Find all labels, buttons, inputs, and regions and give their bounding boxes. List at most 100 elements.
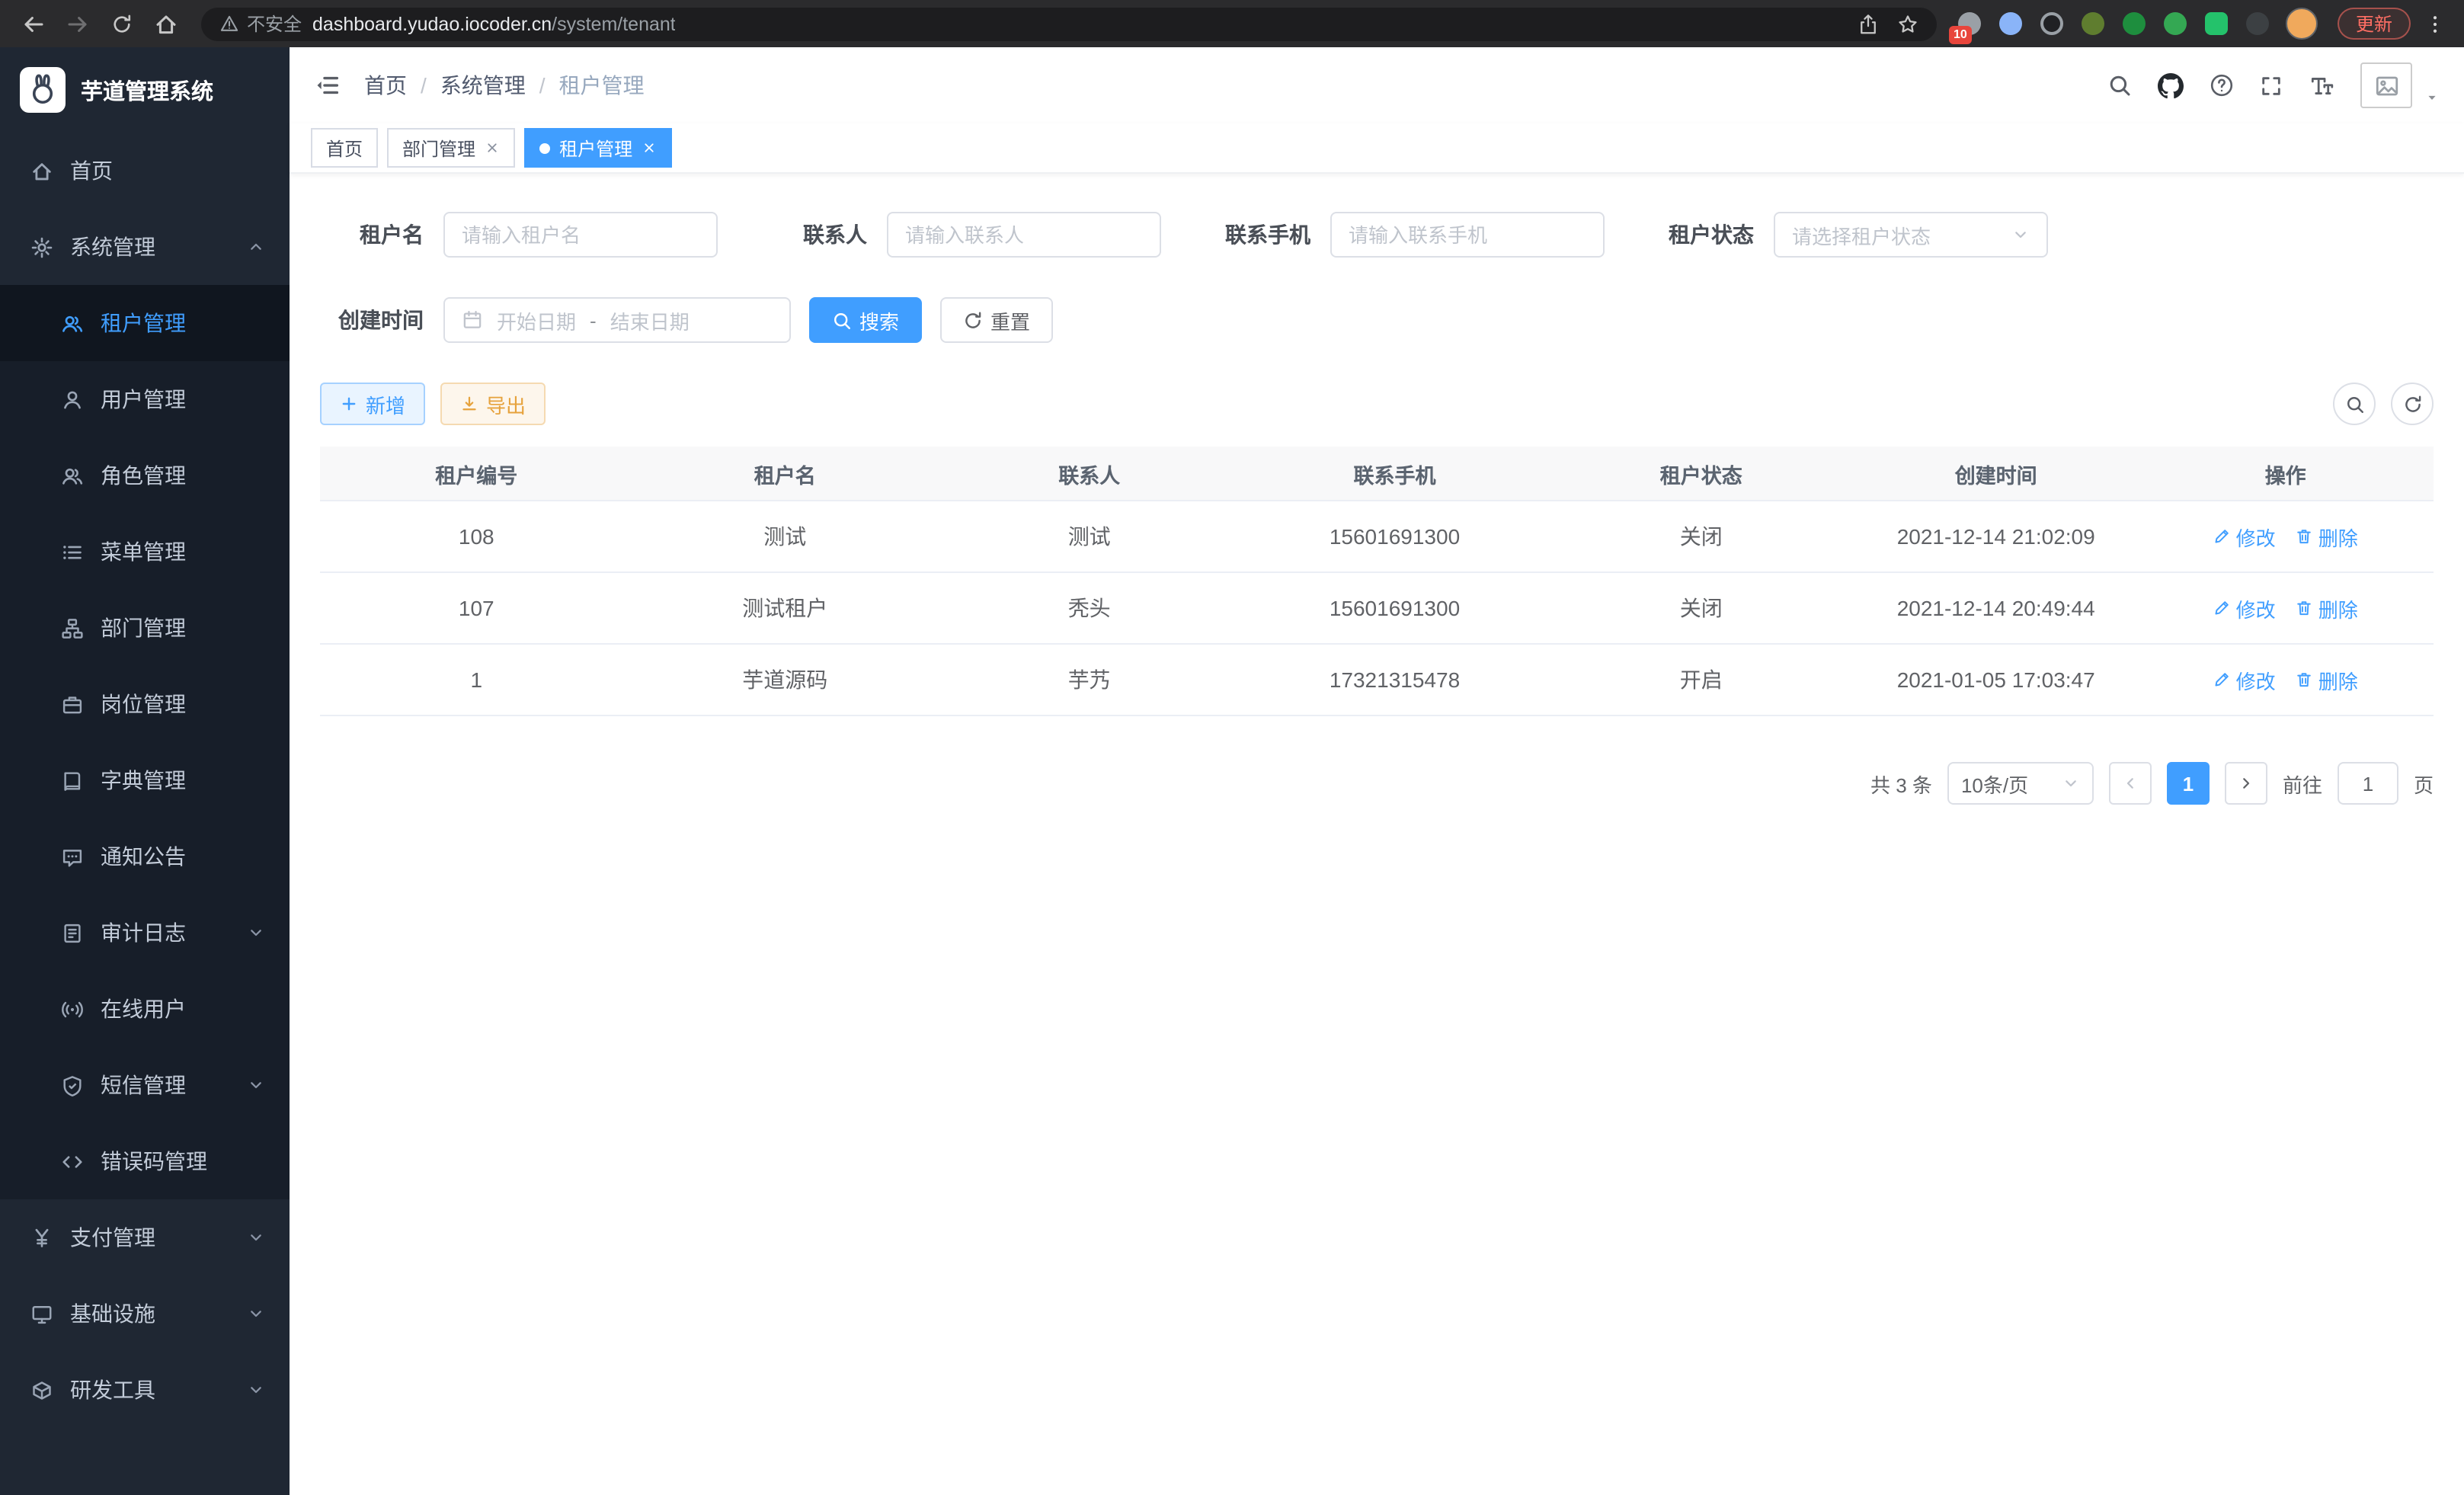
extension-icon[interactable]: [2039, 10, 2066, 37]
close-icon[interactable]: [485, 140, 500, 155]
chevron-down-icon: [247, 1076, 265, 1094]
avatar[interactable]: [2360, 62, 2412, 108]
sidebar-item-error-code[interactable]: 错误码管理: [0, 1123, 290, 1199]
star-icon[interactable]: [1897, 13, 1918, 34]
refresh-icon: [963, 310, 983, 330]
add-button[interactable]: 新增: [320, 383, 425, 425]
back-icon[interactable]: [18, 8, 49, 39]
delete-link[interactable]: 删除: [2296, 594, 2358, 623]
trash-icon: [2296, 599, 2314, 617]
tab-tenant[interactable]: 租户管理: [524, 128, 672, 168]
search-button[interactable]: 搜索: [809, 297, 922, 343]
forward-icon[interactable]: [62, 8, 93, 39]
extension-icon[interactable]: [2080, 10, 2107, 37]
filter-row-1: 租户名 联系人 联系手机 租户状态 请选择租户状态: [320, 212, 2434, 258]
extension-icon[interactable]: 10: [1957, 10, 1984, 37]
breadcrumb-item[interactable]: 首页: [364, 70, 407, 101]
sidebar-item-payment[interactable]: 支付管理: [0, 1199, 290, 1276]
toggle-search-button[interactable]: [2333, 383, 2376, 425]
sidebar-item-notice[interactable]: 通知公告: [0, 818, 290, 895]
tab-home[interactable]: 首页: [311, 128, 378, 168]
cell-phone: 15601691300: [1241, 524, 1547, 549]
font-size-button[interactable]: [2309, 72, 2334, 98]
extension-icon[interactable]: [2121, 10, 2149, 37]
fullscreen-button[interactable]: [2260, 74, 2283, 97]
export-button[interactable]: 导出: [440, 383, 546, 425]
sidebar-item-infra[interactable]: 基础设施: [0, 1276, 290, 1352]
share-icon[interactable]: [1858, 13, 1879, 34]
sidebar-item-label: 系统管理: [70, 232, 155, 262]
sidebar-item-system[interactable]: 系统管理: [0, 209, 290, 285]
reset-button-label: 重置: [990, 306, 1030, 335]
security-label: 不安全: [247, 11, 302, 37]
cell-id: 1: [320, 667, 633, 692]
browser-home-icon[interactable]: [151, 8, 181, 39]
chevron-up-icon: [247, 238, 265, 256]
extension-icon[interactable]: [2203, 10, 2231, 37]
breadcrumb-item[interactable]: 系统管理: [440, 70, 526, 101]
sidebar-toggle-icon[interactable]: [314, 72, 341, 99]
extension-icon[interactable]: [1998, 10, 2025, 37]
github-button[interactable]: [2158, 72, 2184, 98]
question-icon: [2210, 73, 2234, 98]
delete-link[interactable]: 删除: [2296, 665, 2358, 694]
sidebar-item-role[interactable]: 角色管理: [0, 437, 290, 514]
create-time-range-picker[interactable]: 开始日期 - 结束日期: [443, 297, 791, 343]
help-button[interactable]: [2210, 73, 2234, 98]
table-row: 108 测试 测试 15601691300 关闭 2021-12-14 21:0…: [320, 501, 2434, 573]
close-icon[interactable]: [642, 140, 657, 155]
sidebar-item-online-users[interactable]: 在线用户: [0, 971, 290, 1047]
goto-page-input[interactable]: [2338, 762, 2398, 805]
browser-menu-icon[interactable]: [2424, 13, 2446, 34]
tenant-status-select[interactable]: 请选择租户状态: [1774, 212, 2048, 258]
table-toolbar: 新增 导出: [320, 383, 2434, 425]
browser-profile-avatar[interactable]: [2286, 8, 2318, 40]
chevron-down-icon[interactable]: [2424, 90, 2440, 105]
sidebar-item-audit-log[interactable]: 审计日志: [0, 895, 290, 971]
page-number-button[interactable]: 1: [2167, 762, 2210, 805]
reset-button[interactable]: 重置: [940, 297, 1053, 343]
sidebar-item-sms[interactable]: 短信管理: [0, 1047, 290, 1123]
sidebar-item-home[interactable]: 首页: [0, 133, 290, 209]
url-path: /system/tenant: [552, 13, 676, 34]
trash-icon: [2296, 671, 2314, 689]
contact-input[interactable]: [887, 212, 1161, 258]
tab-dept[interactable]: 部门管理: [387, 128, 515, 168]
sidebar-item-dept[interactable]: 部门管理: [0, 590, 290, 666]
sidebar-item-menu[interactable]: 菜单管理: [0, 514, 290, 590]
sidebar-item-post[interactable]: 岗位管理: [0, 666, 290, 742]
update-button[interactable]: 更新: [2338, 8, 2411, 40]
sidebar-item-user[interactable]: 用户管理: [0, 361, 290, 437]
page-unit-label: 页: [2414, 769, 2434, 798]
edit-link[interactable]: 修改: [2213, 594, 2276, 623]
sidebar-item-tenant[interactable]: 租户管理: [0, 285, 290, 361]
url-bar[interactable]: 不安全 dashboard.yudao.iocoder.cn/system/te…: [201, 7, 1937, 40]
extension-icon[interactable]: [2162, 10, 2190, 37]
column-header-name: 租户名: [633, 458, 937, 488]
tenant-name-input[interactable]: [443, 212, 718, 258]
edit-link[interactable]: 修改: [2213, 522, 2276, 551]
delete-link[interactable]: 删除: [2296, 522, 2358, 551]
header-search-button[interactable]: [2107, 73, 2132, 98]
cell-status: 开启: [1548, 664, 1854, 695]
refresh-table-button[interactable]: [2391, 383, 2434, 425]
column-header-id: 租户编号: [320, 458, 633, 488]
sidebar-item-devtools[interactable]: 研发工具: [0, 1352, 290, 1428]
url-host: dashboard.yudao.iocoder.cn: [312, 13, 552, 34]
edit-link[interactable]: 修改: [2213, 665, 2276, 694]
security-warning[interactable]: 不安全: [219, 11, 302, 37]
sidebar-item-dict[interactable]: 字典管理: [0, 742, 290, 818]
contact-phone-input[interactable]: [1330, 212, 1605, 258]
reload-icon[interactable]: [107, 8, 137, 39]
next-page-button[interactable]: [2225, 762, 2267, 805]
warning-icon: [219, 14, 239, 34]
tenant-icon: [61, 312, 84, 335]
page-size-select[interactable]: 10条/页: [1947, 762, 2094, 805]
cell-id: 108: [320, 524, 633, 549]
prev-page-button[interactable]: [2109, 762, 2152, 805]
extension-icon[interactable]: [2245, 10, 2272, 37]
table-header-row: 租户编号 租户名 联系人 联系手机 租户状态 创建时间 操作: [320, 447, 2434, 501]
toolbox-icon: [30, 1378, 53, 1401]
sidebar-item-label: 角色管理: [101, 460, 186, 491]
sidebar-item-label: 字典管理: [101, 765, 186, 796]
